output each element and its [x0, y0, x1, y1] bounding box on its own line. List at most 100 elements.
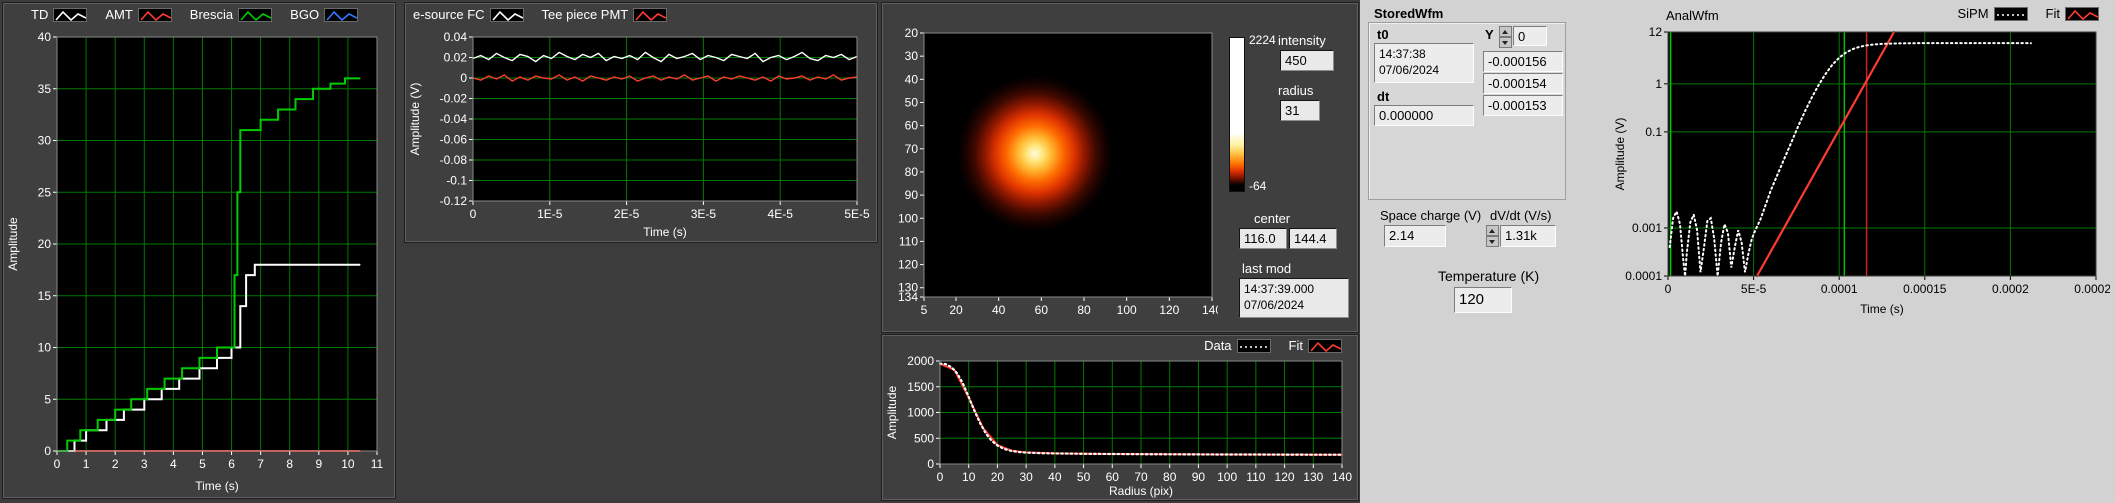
svg-text:0.0002: 0.0002 — [1992, 282, 2029, 296]
radial-profile-chart[interactable]: 0 10 20 30 40 50 60 70 80 90 100 110 120 130 140 0 500 10… — [884, 354, 1356, 500]
fc-pmt-chart[interactable]: 0 1E-5 2E-5 3E-5 4E-5 5E-5 0.04 0.02 0 -0.02 -0.04… — [407, 29, 875, 241]
svg-text:100: 100 — [1217, 470, 1237, 484]
y-index-value[interactable]: 0 — [1513, 26, 1547, 46]
dvdt-label: dV/dt (V/s) — [1490, 208, 1552, 223]
color-ramp-max[interactable]: 2224 — [1249, 33, 1276, 47]
y-array-element-2[interactable]: -0.000153 — [1483, 95, 1563, 116]
svg-text:40: 40 — [1048, 470, 1062, 484]
legend-label: Tee piece PMT — [541, 7, 629, 22]
svg-text:5E-5: 5E-5 — [1741, 282, 1767, 296]
svg-text:4E-5: 4E-5 — [768, 207, 794, 221]
radius-value[interactable]: 31 — [1280, 100, 1320, 121]
svg-text:0: 0 — [470, 207, 477, 221]
y-array-label: Y — [1485, 27, 1494, 42]
svg-text:-0.02: -0.02 — [440, 92, 468, 106]
svg-text:120: 120 — [898, 258, 918, 272]
color-ramp-min[interactable]: -64 — [1249, 179, 1266, 193]
color-ramp-bar[interactable] — [1229, 37, 1245, 192]
svg-text:6: 6 — [228, 457, 235, 471]
left-chart-legend: TD AMT Brescia BGO — [31, 7, 359, 22]
svg-text:1E-5: 1E-5 — [537, 207, 563, 221]
svg-text:5: 5 — [921, 303, 928, 317]
temperature-value[interactable]: 120 — [1454, 287, 1512, 313]
intensity-image-plot[interactable]: 5 20 40 60 80 100 120 140 20 30 40 50 60 70 80 90 100 110… — [884, 5, 1222, 331]
svg-text:40: 40 — [905, 72, 919, 86]
svg-text:60: 60 — [1106, 470, 1120, 484]
y-array-element-1[interactable]: -0.000154 — [1483, 73, 1563, 94]
legend-label: e-source FC — [413, 7, 485, 22]
svg-text:134: 134 — [898, 290, 918, 304]
svg-text:1000: 1000 — [907, 406, 934, 420]
svg-text:10: 10 — [962, 470, 976, 484]
y-index-stepper[interactable] — [1499, 26, 1512, 48]
svg-text:30: 30 — [38, 134, 52, 148]
svg-text:Time (s): Time (s) — [1860, 302, 1904, 316]
legend-label: BGO — [290, 7, 320, 22]
svg-text:15: 15 — [38, 289, 52, 303]
svg-text:9: 9 — [315, 457, 322, 471]
t0-value[interactable]: 14:37:38 07/06/2024 — [1374, 43, 1474, 83]
labview-front-panel: TD AMT Brescia BGO 0 1 2 3 4 5 6 7 8 9 10 11 0 5 10 15 20 25… — [0, 0, 2115, 503]
legend-item-sipm[interactable]: SiPM — [1957, 6, 2028, 21]
dvdt-value[interactable]: 1.31k — [1500, 225, 1556, 247]
plot-style-icon — [324, 7, 359, 22]
beam-image-panel: 5 20 40 60 80 100 120 140 20 30 40 50 60 70 80 90 100 110… — [881, 2, 1359, 333]
svg-text:130: 130 — [1303, 470, 1323, 484]
svg-text:40: 40 — [38, 30, 52, 44]
svg-text:1: 1 — [83, 457, 90, 471]
dvdt-stepper[interactable] — [1486, 225, 1499, 247]
svg-text:30: 30 — [1019, 470, 1033, 484]
svg-text:0.0001: 0.0001 — [1625, 269, 1662, 283]
svg-text:Amplitude: Amplitude — [6, 217, 20, 271]
center-label: center — [1254, 211, 1291, 226]
center-x-value[interactable]: 116.0 — [1239, 228, 1287, 249]
intensity-label: intensity — [1278, 33, 1326, 48]
legend-item-fit[interactable]: Fit — [2046, 6, 2099, 21]
analwfm-title: AnalWfm — [1666, 8, 1719, 23]
legend-item-bgo[interactable]: BGO — [290, 7, 359, 22]
svg-text:-0.12: -0.12 — [440, 194, 468, 208]
svg-text:1500: 1500 — [907, 380, 934, 394]
dt-value[interactable]: 0.000000 — [1374, 105, 1474, 126]
svg-text:1: 1 — [1655, 77, 1662, 91]
legend-item-amt[interactable]: AMT — [105, 7, 172, 22]
y-array-element-0[interactable]: -0.000156 — [1483, 51, 1563, 72]
legend-item-tee-piece-pmt[interactable]: Tee piece PMT — [542, 7, 668, 22]
last-mod-value[interactable]: 14:37:39.000 07/06/2024 — [1239, 278, 1349, 318]
temperature-label: Temperature (K) — [1438, 268, 1540, 284]
radius-label: radius — [1278, 83, 1314, 98]
amplitude-time-chart[interactable]: 0 1 2 3 4 5 6 7 8 9 10 11 0 5 10 15 20 25 30 35 40 Time (s) Am… — [5, 29, 393, 495]
analwfm-legend: SiPM Fit — [1957, 6, 2099, 21]
svg-text:0: 0 — [460, 71, 467, 85]
svg-text:0.00015: 0.00015 — [1903, 282, 1947, 296]
legend-item-e-source-fc[interactable]: e-source FC — [413, 7, 524, 22]
svg-text:0: 0 — [1665, 282, 1672, 296]
svg-text:20: 20 — [949, 303, 963, 317]
legend-item-td[interactable]: TD — [31, 7, 88, 22]
center-y-value[interactable]: 144.4 — [1289, 228, 1337, 249]
legend-item-data[interactable]: Data — [1204, 338, 1271, 353]
svg-text:20: 20 — [905, 26, 919, 40]
svg-text:2E-5: 2E-5 — [614, 207, 640, 221]
svg-text:120: 120 — [1159, 303, 1179, 317]
dt-label: dt — [1377, 89, 1390, 104]
svg-text:20: 20 — [991, 470, 1005, 484]
space-charge-value[interactable]: 2.14 — [1384, 225, 1446, 247]
plot-style-icon — [238, 7, 273, 22]
analwfm-chart[interactable]: 0 5E-5 0.0001 0.00015 0.0002 0.00025 12 1 0.1 0.0… — [1612, 22, 2115, 318]
svg-text:35: 35 — [38, 82, 52, 96]
plot-style-icon — [53, 7, 88, 22]
radial-profile-panel: Data Fit 0 10 20 30 40 50 60 70 80 90 100 110 120 130 1… — [881, 334, 1359, 501]
legend-item-brescia[interactable]: Brescia — [190, 7, 273, 22]
storedwfm-cluster: t0 14:37:38 07/06/2024 dt 0.000000 Y 0 -… — [1368, 22, 1566, 200]
plot-style-icon — [1993, 6, 2028, 21]
svg-text:12: 12 — [1649, 25, 1663, 39]
legend-item-fit[interactable]: Fit — [1289, 338, 1342, 353]
svg-text:70: 70 — [905, 142, 919, 156]
intensity-value[interactable]: 450 — [1280, 50, 1334, 71]
plot-style-icon — [489, 7, 524, 22]
t0-time: 14:37:38 — [1379, 47, 1426, 61]
t0-label: t0 — [1377, 27, 1389, 42]
svg-text:0: 0 — [927, 457, 934, 471]
plot-style-icon — [2065, 6, 2099, 21]
